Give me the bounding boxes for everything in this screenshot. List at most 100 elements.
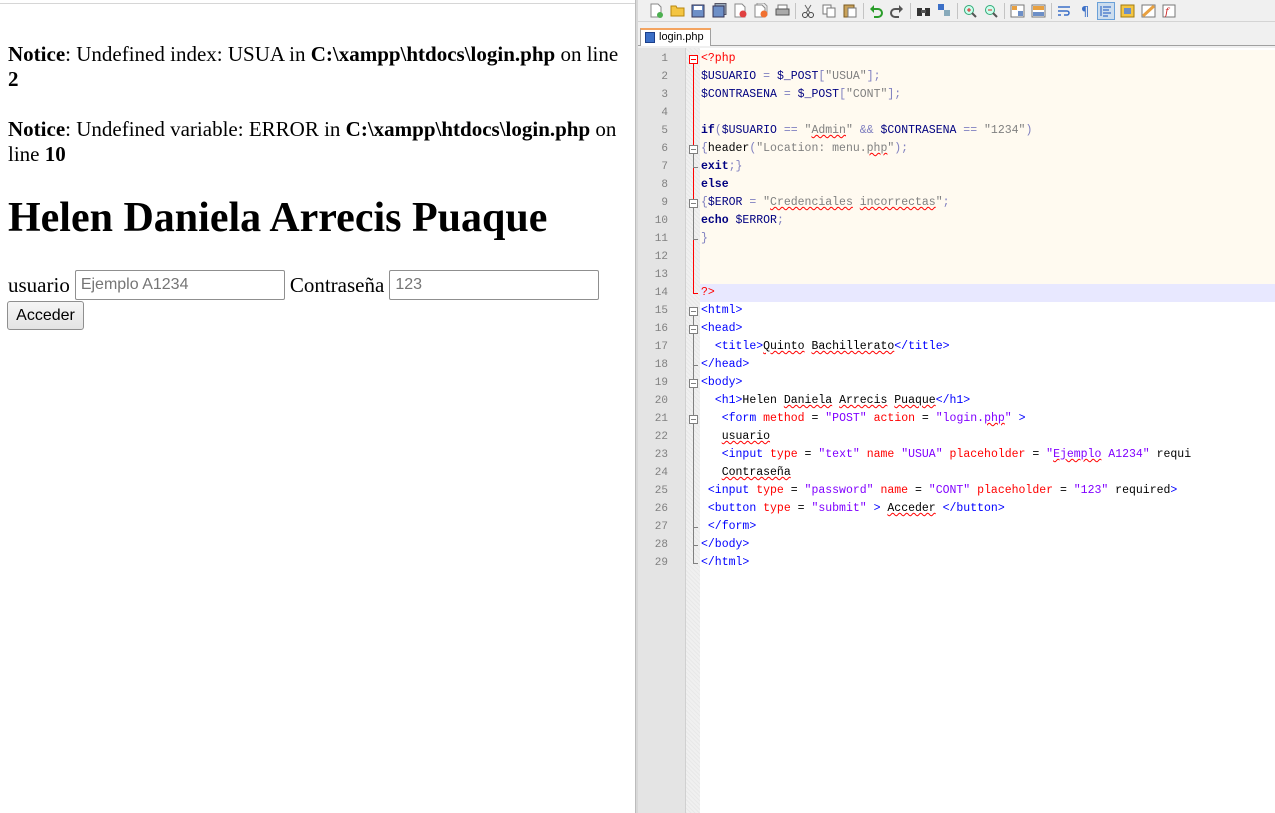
code-token: ;: [776, 214, 784, 227]
editor-toolbar: ¶ f: [638, 0, 1275, 22]
word-wrap-icon[interactable]: [1056, 3, 1072, 19]
line-number: 9: [661, 197, 668, 209]
line-number: 22: [654, 431, 668, 443]
code-token: Bachillerato: [811, 340, 895, 353]
code-token: "123": [1073, 484, 1109, 497]
contrasena-label: Contraseña: [289, 272, 385, 297]
open-file-icon[interactable]: [669, 3, 685, 19]
acceder-button[interactable]: Acceder: [7, 301, 84, 330]
code-line: <h1>Helen Daniela Arrecis Puaque</h1>: [701, 392, 970, 410]
code-line: <head>: [701, 320, 742, 338]
redo-icon[interactable]: [889, 3, 905, 19]
code-token: </button>: [935, 502, 1005, 515]
close-icon[interactable]: [732, 3, 748, 19]
toolbar-separator: [957, 2, 958, 19]
code-token: </html>: [701, 556, 750, 569]
fold-toggle-icon[interactable]: [689, 145, 698, 154]
save-icon[interactable]: [690, 3, 706, 19]
show-all-chars-icon[interactable]: ¶: [1077, 3, 1093, 19]
code-token: ==: [776, 124, 805, 137]
code-line: ?>: [701, 284, 715, 302]
code-line: </html>: [701, 554, 749, 572]
code-token: =: [756, 70, 777, 83]
code-token: =: [908, 484, 929, 497]
browser-top-border: [0, 3, 635, 4]
code-token: =: [776, 88, 798, 101]
code-line: exit;}: [701, 158, 742, 176]
cut-icon[interactable]: [800, 3, 816, 19]
code-token: </h1>: [935, 394, 971, 407]
code-token: Contraseña: [721, 466, 791, 479]
find-icon[interactable]: [915, 3, 931, 19]
sync-vertical-icon[interactable]: [1009, 3, 1025, 19]
code-token: requi: [1149, 448, 1192, 461]
code-token: $CONTRASENA: [880, 124, 957, 137]
undo-icon[interactable]: [868, 3, 884, 19]
code-token: type: [756, 484, 784, 497]
code-token: <h1>: [714, 394, 743, 407]
fold-toggle-icon[interactable]: [689, 307, 698, 316]
zoom-out-icon[interactable]: [983, 3, 999, 19]
code-token: Daniela: [783, 394, 833, 407]
sync-horizontal-icon[interactable]: [1030, 3, 1046, 19]
fold-toggle-icon[interactable]: [689, 379, 698, 388]
code-token: ": [763, 196, 771, 209]
code-token: Credenciales: [770, 196, 853, 209]
code-token: name: [880, 484, 909, 497]
notice-path: C:\xampp\htdocs\login.php: [345, 117, 591, 141]
code-token: $USUARIO: [721, 124, 777, 137]
code-token: <form: [721, 412, 764, 425]
indent-guide-icon[interactable]: [1097, 1, 1115, 20]
code-area[interactable]: 1 2 3 4 5 6 7 8 9 10 11 12 13 14 15 16 17 18 19 20 21 22 23 24 2…: [638, 48, 1275, 813]
code-token: =: [742, 196, 764, 209]
contrasena-input[interactable]: [389, 270, 600, 300]
code-token: ];: [866, 70, 881, 83]
paste-icon[interactable]: [842, 3, 858, 19]
fold-toggle-icon[interactable]: [689, 325, 698, 334]
code-token: header: [707, 142, 750, 155]
fold-end-mark: [693, 545, 698, 546]
code-token: php: [984, 412, 1005, 425]
fold-line: [693, 334, 694, 365]
code-token: "password": [804, 484, 874, 497]
code-token: }: [701, 232, 708, 245]
code-token: ;: [942, 196, 950, 209]
zoom-in-icon[interactable]: [962, 3, 978, 19]
function-list-icon[interactable]: f: [1161, 3, 1177, 19]
replace-icon[interactable]: [936, 3, 952, 19]
fold-toggle-icon[interactable]: [689, 199, 698, 208]
new-file-icon[interactable]: [648, 3, 664, 19]
close-all-icon[interactable]: [753, 3, 769, 19]
tab-login-php[interactable]: login.php: [640, 28, 711, 46]
code-token: ): [1025, 124, 1033, 137]
code-token: </form>: [707, 520, 757, 533]
code-token: =: [790, 502, 812, 515]
fold-line: [693, 208, 694, 239]
usuario-input[interactable]: [74, 270, 285, 300]
code-token: "login.: [935, 412, 985, 425]
print-icon[interactable]: [774, 3, 790, 19]
svg-text:¶: ¶: [1081, 5, 1089, 18]
code-token: Puaque: [894, 394, 936, 407]
line-number: 28: [654, 539, 668, 551]
fold-toggle-icon[interactable]: [689, 55, 698, 64]
fold-end-mark: [693, 365, 698, 366]
document-map-icon[interactable]: [1140, 3, 1156, 19]
code-token: =: [797, 448, 819, 461]
code-token: if: [701, 124, 715, 137]
code-token: "Location: menu.: [756, 142, 867, 155]
document-tab-bar: login.php: [638, 26, 1275, 46]
code-token: =: [915, 412, 936, 425]
user-language-icon[interactable]: [1119, 3, 1135, 19]
fold-toggle-icon[interactable]: [689, 415, 698, 424]
code-token: Quinto: [763, 340, 805, 353]
code-line: <input type = "password" name = "CONT" p…: [701, 482, 1177, 500]
notice-label: Notice: [8, 42, 66, 66]
save-all-icon[interactable]: [711, 3, 727, 19]
copy-icon[interactable]: [821, 3, 837, 19]
